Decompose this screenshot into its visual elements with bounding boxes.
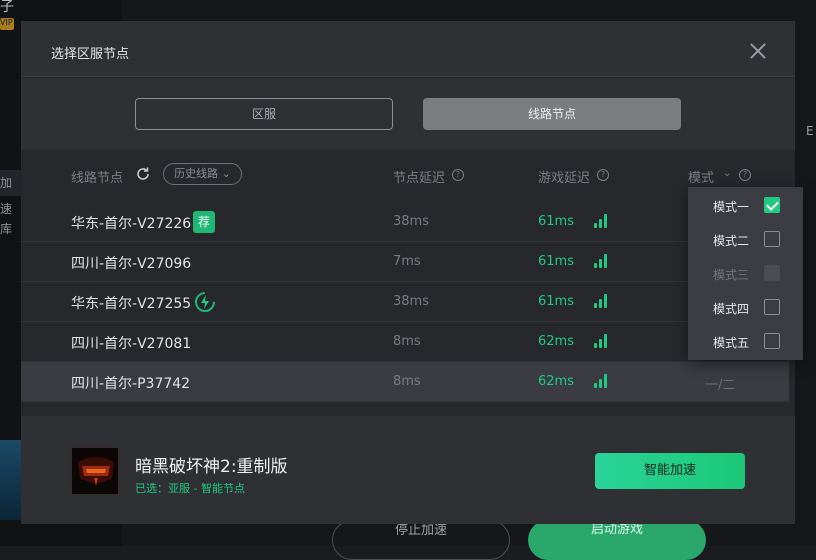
header-game-latency: 游戏延迟 [538, 171, 591, 186]
node-name: 华东-首尔-V27255 [71, 296, 192, 312]
signal-icon [594, 334, 608, 348]
mode-option-2[interactable]: 模式二 [688, 222, 803, 256]
node-name: 四川-首尔-V27081 [71, 336, 192, 352]
mode-option-label: 模式五 [713, 336, 750, 350]
history-routes-label: 历史线路 [174, 167, 219, 180]
background-banner-image [0, 440, 22, 520]
start-game-button: 启动游戏 [528, 520, 706, 560]
game-latency: 62ms [538, 334, 574, 349]
background-sidebar-text: 子 [0, 0, 14, 15]
dialog-title: 选择区服节点 [51, 47, 130, 62]
header-node-latency: 节点延迟 [393, 171, 446, 186]
mode-option-4[interactable]: 模式四 [688, 290, 803, 324]
help-icon[interactable]: ? [597, 169, 609, 181]
background-right-text: E [806, 124, 814, 138]
mode-option-3: 模式三 [688, 256, 803, 290]
mode-option-label: 模式二 [713, 234, 750, 248]
game-latency: 61ms [538, 294, 574, 309]
table-row[interactable]: 四川-首尔-V27096 7ms 61ms [21, 242, 789, 282]
signal-icon [594, 214, 608, 228]
chevron-down-icon: ⌄ [221, 167, 231, 180]
tab-region[interactable]: 区服 [135, 98, 393, 130]
recommended-badge: 荐 [193, 211, 215, 233]
stop-accelerate-button: 停止加速 [332, 520, 510, 560]
game-title: 暗黑破坏神2:重制版 [135, 457, 288, 477]
node-name: 四川-首尔-P37742 [71, 376, 191, 392]
node-latency: 38ms [393, 214, 429, 229]
smart-accelerate-button[interactable]: 智能加速 [595, 453, 745, 489]
tab-route-node[interactable]: 线路节点 [423, 98, 681, 130]
game-cover-image [71, 447, 119, 495]
close-icon[interactable] [748, 41, 768, 61]
node-latency: 7ms [393, 254, 421, 269]
help-icon[interactable]: ? [739, 169, 751, 181]
dialog-header: 选择区服节点 [21, 21, 795, 77]
diablo-logo-icon [72, 448, 118, 494]
checkbox-icon[interactable] [764, 299, 780, 315]
checkbox-checked-icon[interactable] [764, 197, 780, 213]
mode-option-5[interactable]: 模式五 [688, 324, 803, 358]
table-row[interactable]: 华东-首尔-V27255 38ms 61ms [21, 282, 789, 322]
selected-server-text: 已选：亚服 - 智能节点 [135, 482, 245, 495]
table-row[interactable]: 华东-首尔-V27226 荐 38ms 61ms [21, 202, 789, 242]
background-sidebar-item: 库 [0, 222, 13, 236]
checkbox-icon[interactable] [764, 231, 780, 247]
select-node-dialog: 选择区服节点 区服 线路节点 线路节点 历史线路 ⌄ 节点延迟 ? 游戏延迟 ?… [21, 21, 795, 524]
background-sidebar-item: 加速 [0, 170, 22, 216]
table-row[interactable]: 四川-首尔-V27081 8ms 62ms [21, 322, 789, 362]
row-mode: 一/二 [705, 378, 736, 393]
node-table: 线路节点 历史线路 ⌄ 节点延迟 ? 游戏延迟 ? 模式 ⌄ ? 华东-首尔-V… [21, 150, 795, 416]
game-latency: 61ms [538, 254, 574, 269]
vip-badge: VIP [0, 18, 14, 30]
node-name: 四川-首尔-V27096 [71, 256, 192, 272]
mode-dropdown-menu: 模式一 模式二 模式三 模式四 模式五 [688, 187, 803, 360]
signal-icon [594, 294, 608, 308]
node-latency: 38ms [393, 294, 429, 309]
header-route-node: 线路节点 [71, 171, 124, 186]
mode-option-1[interactable]: 模式一 [688, 188, 803, 222]
checkbox-icon[interactable] [764, 333, 780, 349]
mode-option-label: 模式三 [713, 268, 750, 282]
signal-icon [594, 374, 608, 388]
mode-option-label: 模式四 [713, 302, 750, 316]
node-latency: 8ms [393, 334, 421, 349]
history-routes-button[interactable]: 历史线路 ⌄ [163, 163, 242, 185]
refresh-icon[interactable] [135, 166, 151, 182]
boost-lightning-icon [195, 292, 215, 312]
game-latency: 62ms [538, 374, 574, 389]
chevron-down-icon[interactable]: ⌄ [723, 168, 731, 179]
help-icon[interactable]: ? [452, 169, 464, 181]
dialog-footer: 暗黑破坏神2:重制版 已选：亚服 - 智能节点 智能加速 [21, 416, 795, 524]
checkbox-disabled-icon [764, 265, 780, 281]
node-name: 华东-首尔-V27226 [71, 216, 192, 232]
header-mode[interactable]: 模式 [688, 167, 714, 186]
node-latency: 8ms [393, 374, 421, 389]
table-row[interactable]: 四川-首尔-P37742 8ms 62ms 一/二 [21, 362, 789, 402]
mode-option-label: 模式一 [713, 200, 750, 214]
signal-icon [594, 254, 608, 268]
game-latency: 61ms [538, 214, 574, 229]
tab-bar: 区服 线路节点 [21, 78, 795, 150]
